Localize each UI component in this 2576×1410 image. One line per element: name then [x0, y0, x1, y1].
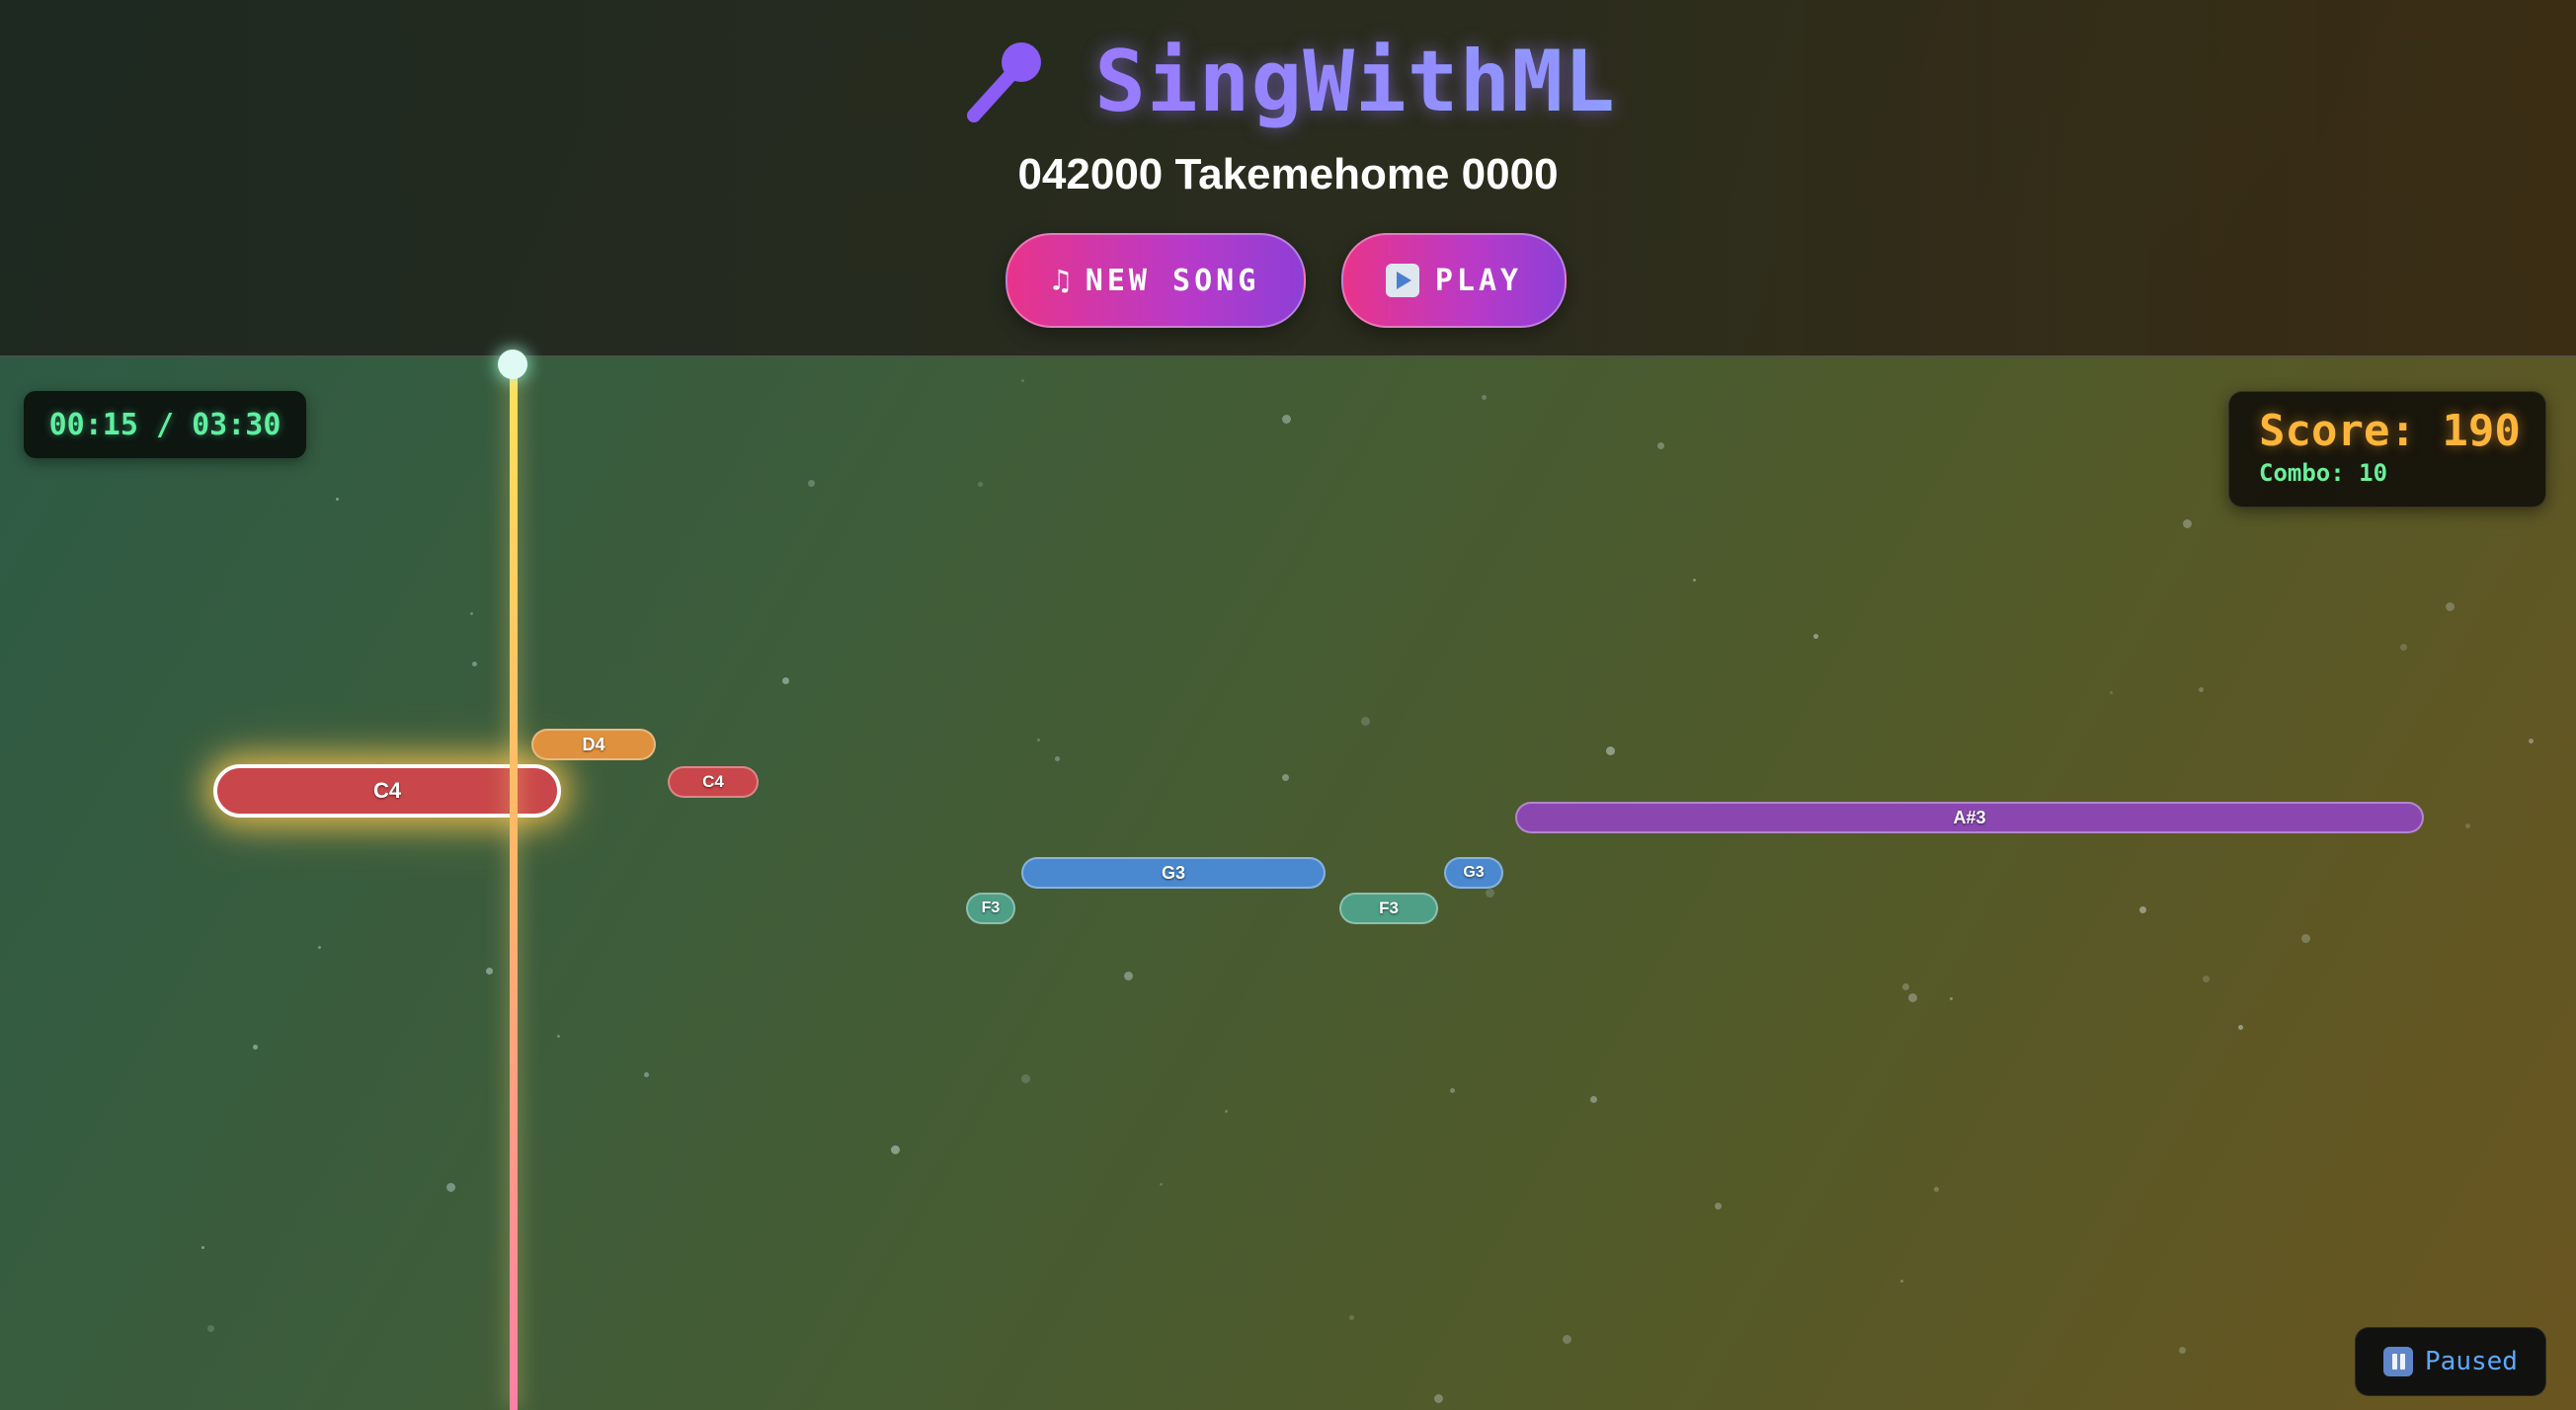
star [472, 662, 477, 666]
star [1124, 972, 1133, 980]
star [1950, 997, 1953, 1000]
star [557, 1035, 560, 1038]
star [1482, 395, 1487, 400]
star [2179, 1347, 2186, 1354]
star [644, 1072, 649, 1077]
star [253, 1045, 258, 1050]
app-title: SingWithML [1094, 33, 1616, 131]
status-label: Paused [2425, 1347, 2518, 1376]
score-value: Score: 190 [2259, 406, 2521, 456]
new-song-button[interactable]: ♫ NEW SONG [1006, 233, 1306, 328]
star [1160, 1183, 1163, 1186]
star [2139, 906, 2146, 913]
star [1693, 579, 1696, 582]
star [1486, 889, 1494, 898]
star [1021, 1074, 1030, 1083]
microphone-icon [967, 42, 1042, 122]
note-bar: G3 [1444, 857, 1503, 889]
note-bar: F3 [966, 893, 1015, 924]
title-row: SingWithML [0, 28, 2576, 136]
star [1434, 1394, 1443, 1403]
star [808, 480, 815, 487]
pause-icon [2383, 1347, 2414, 1376]
play-icon [1385, 264, 1419, 297]
star [1225, 1110, 1228, 1113]
star [1902, 983, 1909, 990]
star [1934, 1187, 1939, 1192]
play-button[interactable]: PLAY [1341, 233, 1567, 328]
star [2199, 687, 2204, 692]
time-text: 00:15 / 03:30 [48, 407, 282, 442]
star [207, 1325, 214, 1332]
star [1563, 1335, 1571, 1344]
star [1606, 746, 1615, 755]
music-note-icon: ♫ [1051, 263, 1070, 298]
star [1450, 1088, 1455, 1093]
score-panel: Score: 190 Combo: 10 [2228, 391, 2546, 508]
star [978, 482, 983, 487]
star [336, 498, 339, 501]
star [1590, 1096, 1597, 1103]
playback-status: Paused [2355, 1327, 2546, 1396]
star [1657, 442, 1664, 449]
star [1055, 756, 1060, 761]
playhead-line [510, 357, 518, 1410]
time-display: 00:15 / 03:30 [24, 391, 306, 458]
note-bar: C4 [668, 766, 759, 798]
star [1282, 415, 1291, 424]
star [1813, 634, 1818, 639]
header: SingWithML 042000 Takemehome 0000 ♫ NEW … [0, 0, 2576, 357]
combo-value: Combo: 10 [2259, 459, 2388, 487]
star [1349, 1315, 1354, 1320]
playhead-handle[interactable] [498, 350, 527, 379]
star [2203, 976, 2210, 982]
star [486, 968, 493, 975]
note-bar: F3 [1339, 893, 1438, 924]
star [446, 1183, 455, 1192]
star [470, 612, 473, 615]
star [1361, 717, 1370, 726]
song-title: 042000 Takemehome 0000 [1017, 150, 1559, 198]
star [2400, 644, 2407, 651]
star [1900, 1280, 1903, 1283]
note-bar: D4 [531, 729, 656, 760]
star [2446, 602, 2455, 611]
star [782, 677, 789, 684]
star [2238, 1025, 2243, 1030]
star [2110, 691, 2113, 694]
star [1715, 1203, 1722, 1210]
star [2529, 739, 2534, 744]
star [2301, 934, 2310, 943]
star [1282, 774, 1289, 781]
star [1908, 993, 1917, 1002]
star [201, 1246, 204, 1249]
star [1021, 379, 1024, 382]
note-bar: G3 [1021, 857, 1326, 889]
star [1037, 739, 1040, 742]
new-song-label: NEW SONG [1085, 263, 1260, 298]
star [891, 1145, 900, 1154]
note-bar: A#3 [1515, 802, 2424, 833]
star [318, 946, 321, 949]
star [2183, 519, 2192, 528]
star [2465, 823, 2470, 828]
play-label: PLAY [1434, 263, 1523, 298]
